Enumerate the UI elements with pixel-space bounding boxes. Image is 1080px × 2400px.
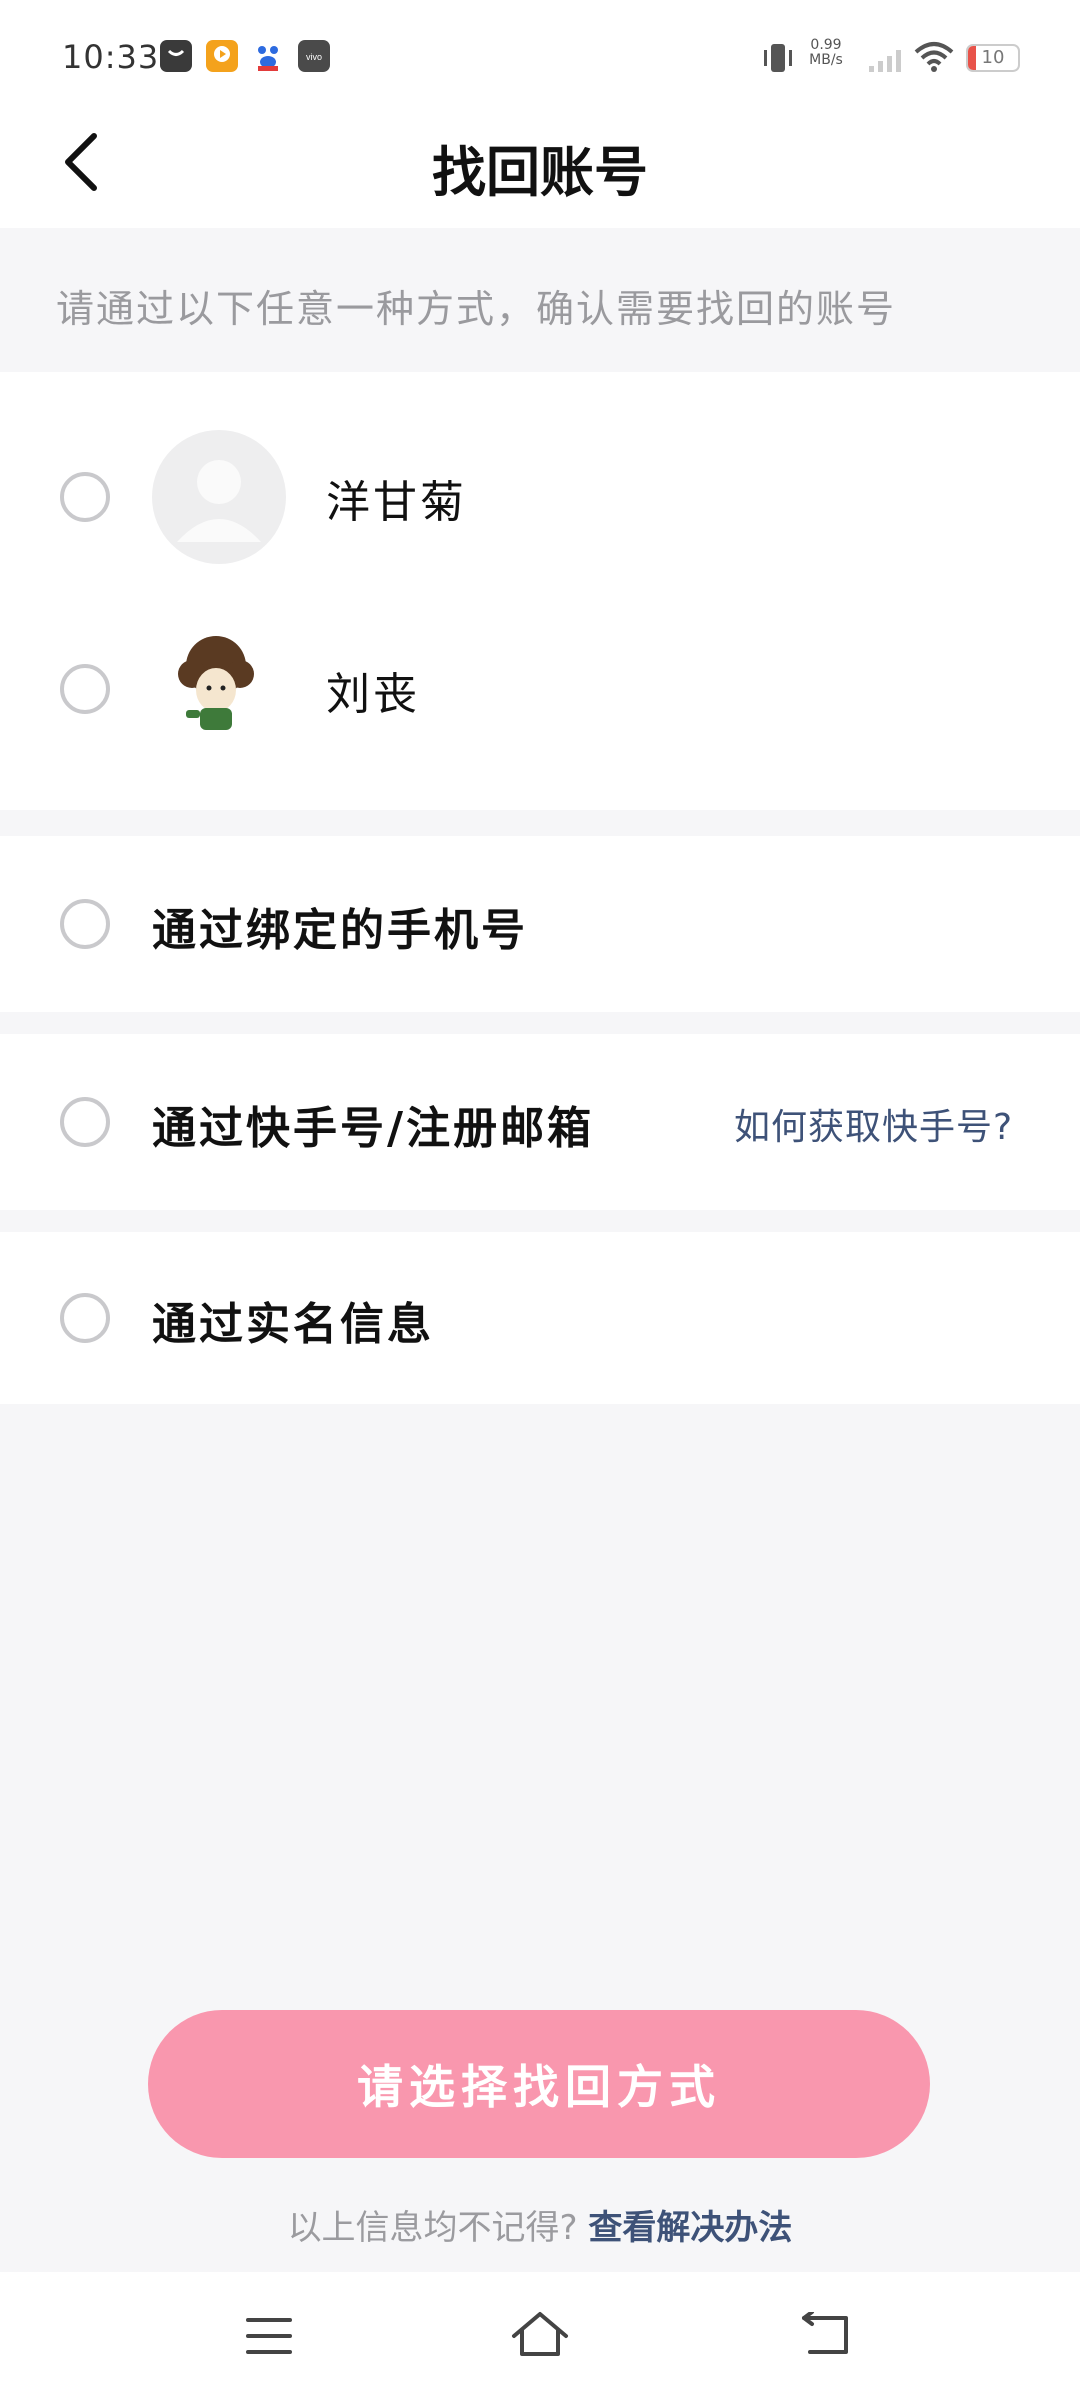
radio-phone[interactable] (60, 899, 110, 949)
footer-question: 以上信息均不记得? (287, 2208, 578, 2248)
default-avatar-icon (152, 430, 286, 564)
baidu-app-icon (252, 40, 284, 72)
submit-button[interactable]: 请选择找回方式 (148, 2010, 930, 2158)
radio-account-1[interactable] (60, 472, 110, 522)
status-time: 10:33 (62, 38, 160, 76)
option-kuaishou-id-label: 通过快手号/注册邮箱 (152, 1103, 595, 1154)
battery-level: 10 (981, 47, 1005, 68)
option-real-name-label: 通过实名信息 (152, 1299, 434, 1350)
radio-real-name[interactable] (60, 1293, 110, 1343)
instruction-hint: 请通过以下任意一种方式，确认需要找回的账号 (56, 287, 897, 331)
solution-link[interactable]: 查看解决办法 (588, 2208, 792, 2248)
network-speed: 0.99 MB/s (809, 37, 843, 68)
cartoon-avatar (152, 622, 286, 756)
radio-account-2[interactable] (60, 664, 110, 714)
vivo-app-icon: vivo (298, 40, 330, 72)
account-item-2[interactable]: 刘丧 (0, 614, 1080, 764)
menu-icon[interactable] (246, 2316, 292, 2360)
back-nav-icon[interactable] (800, 2310, 850, 2362)
wifi-icon (914, 40, 954, 78)
vibrate-icon (760, 40, 796, 80)
option-phone[interactable]: 通过绑定的手机号 (0, 836, 1080, 1012)
svg-text:vivo: vivo (306, 52, 322, 62)
notification-app-icon (160, 40, 192, 72)
footer-help: 以上信息均不记得? 查看解决办法 (0, 2200, 1080, 2249)
account-item-1[interactable]: 洋甘菊 (0, 422, 1080, 572)
home-icon[interactable] (510, 2310, 570, 2362)
radio-kuaishou-id[interactable] (60, 1097, 110, 1147)
help-link-kuaishou-id[interactable]: 如何获取快手号? (734, 1098, 1013, 1150)
video-app-icon (206, 40, 238, 72)
account-name: 洋甘菊 (326, 477, 467, 528)
option-kuaishou-id[interactable]: 通过快手号/注册邮箱 如何获取快手号? (0, 1034, 1080, 1210)
option-phone-label: 通过绑定的手机号 (152, 905, 528, 956)
battery-icon: 10 (966, 44, 1020, 72)
page-title: 找回账号 (432, 141, 648, 204)
option-real-name[interactable]: 通过实名信息 (0, 1232, 1080, 1404)
account-name: 刘丧 (326, 669, 420, 720)
cellular-signal-icon (868, 44, 906, 78)
